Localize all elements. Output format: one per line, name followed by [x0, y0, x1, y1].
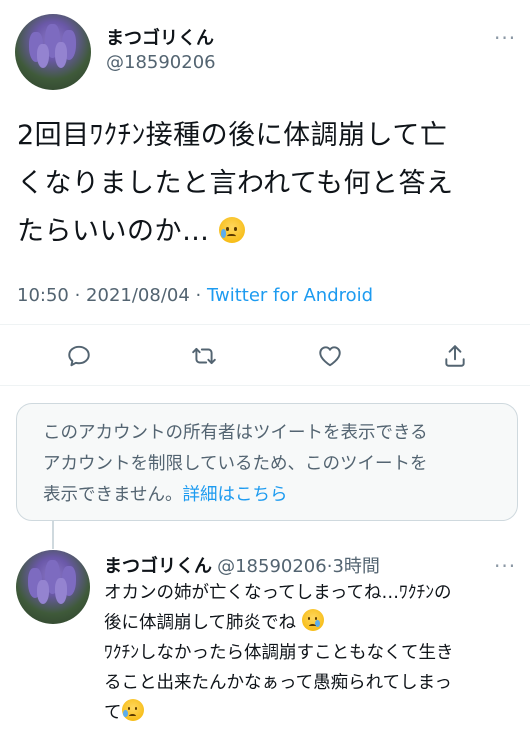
thread-connector — [52, 521, 54, 549]
divider — [0, 324, 530, 325]
reply-line: ﾜｸﾁﾝしなかったら体調崩すこともなくて生き — [104, 643, 454, 663]
tweet-line: たらいいのか… — [17, 216, 210, 247]
user-handle[interactable]: @18590206 — [106, 52, 216, 73]
reply-line: ること出来たんかなぁって愚痴られてしまっ — [104, 673, 452, 693]
divider — [0, 385, 530, 386]
avatar[interactable] — [15, 14, 91, 90]
user-handle[interactable]: @18590206 — [217, 556, 327, 577]
tweet-meta: 10:50 · 2021/08/04 · Twitter for Android — [17, 285, 374, 306]
display-name[interactable]: まつゴリくん — [106, 24, 214, 50]
sad-relieved-emoji-icon — [218, 217, 245, 243]
sad-relieved-emoji-icon — [121, 699, 144, 721]
notice-line: このアカウントの所有者はツイートを表示できる — [43, 423, 428, 443]
avatar[interactable] — [16, 550, 90, 624]
reply-tweet-text: オカンの姉が亡くなってしまってね…ﾜｸﾁﾝの 後に体調崩して肺炎でね ﾜｸﾁﾝし… — [104, 578, 524, 728]
tweet-time[interactable]: 10:50 — [17, 285, 69, 306]
restricted-tweet-notice: このアカウントの所有者はツイートを表示できる アカウントを制限しているため、この… — [16, 403, 518, 521]
crying-face-emoji-icon — [301, 609, 324, 631]
tweet-line: くなりましたと言われても何と答え — [17, 168, 454, 199]
tweet-time-ago[interactable]: 3時間 — [332, 556, 379, 577]
tweet-line: 2回目ﾜｸﾁﾝ接種の後に体調崩して亡 — [17, 120, 448, 151]
tweet-source[interactable]: Twitter for Android — [207, 285, 373, 306]
display-name[interactable]: まつゴリくん — [104, 556, 212, 577]
reply-line: て — [104, 703, 122, 723]
tweet-text: 2回目ﾜｸﾁﾝ接種の後に体調崩して亡 くなりましたと言われても何と答え たらいい… — [17, 112, 522, 256]
like-icon[interactable] — [314, 340, 346, 372]
more-horizontal-icon[interactable]: ··· — [494, 28, 516, 48]
share-icon[interactable] — [439, 340, 471, 372]
retweet-icon[interactable] — [188, 340, 220, 372]
more-horizontal-icon[interactable]: ··· — [494, 556, 516, 576]
reply-line: オカンの姉が亡くなってしまってね…ﾜｸﾁﾝの — [104, 583, 452, 603]
reply-icon[interactable] — [63, 340, 95, 372]
learn-more-link[interactable]: 詳細はこちら — [182, 485, 287, 505]
reply-header: まつゴリくん @18590206·3時間 — [104, 556, 380, 577]
reply-line: 後に体調崩して肺炎でね — [104, 613, 296, 633]
notice-line: 表示できません。 — [43, 485, 183, 505]
notice-line: アカウントを制限しているため、このツイートを — [43, 454, 428, 474]
tweet-date[interactable]: 2021/08/04 — [86, 285, 190, 306]
